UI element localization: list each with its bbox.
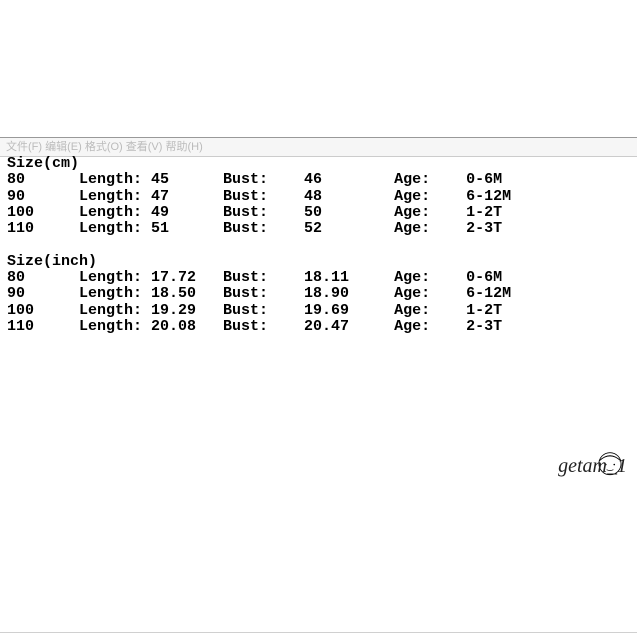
row-cm-1: 90 Length: 47 Bust: 48 Age: 6-12M (7, 188, 511, 205)
menu-raw: 文件(F) 编辑(E) 格式(O) 查看(V) 帮助(H) (6, 141, 203, 153)
row-inch-3: 110 Length: 20.08 Bust: 20.47 Age: 2-3T (7, 318, 502, 335)
row-cm-2: 100 Length: 49 Bust: 50 Age: 1-2T (7, 204, 502, 221)
row-inch-2: 100 Length: 19.29 Bust: 19.69 Age: 1-2T (7, 302, 502, 319)
row-inch-0: 80 Length: 17.72 Bust: 18.11 Age: 0-6M (7, 269, 502, 286)
row-cm-0: 80 Length: 45 Bust: 46 Age: 0-6M (7, 171, 502, 188)
watermark-text: getam_1 (558, 455, 627, 478)
bottom-border (0, 632, 637, 633)
menu-bar: 文件(F) 编辑(E) 格式(O) 查看(V) 帮助(H) (0, 137, 637, 157)
text-content: Size(cm) 80 Length: 45 Bust: 46 Age: 0-6… (7, 156, 637, 335)
row-cm-3: 110 Length: 51 Bust: 52 Age: 2-3T (7, 220, 502, 237)
row-inch-1: 90 Length: 18.50 Bust: 18.90 Age: 6-12M (7, 285, 511, 302)
title-cm: Size(cm) (7, 155, 79, 172)
title-inch: Size(inch) (7, 253, 97, 270)
